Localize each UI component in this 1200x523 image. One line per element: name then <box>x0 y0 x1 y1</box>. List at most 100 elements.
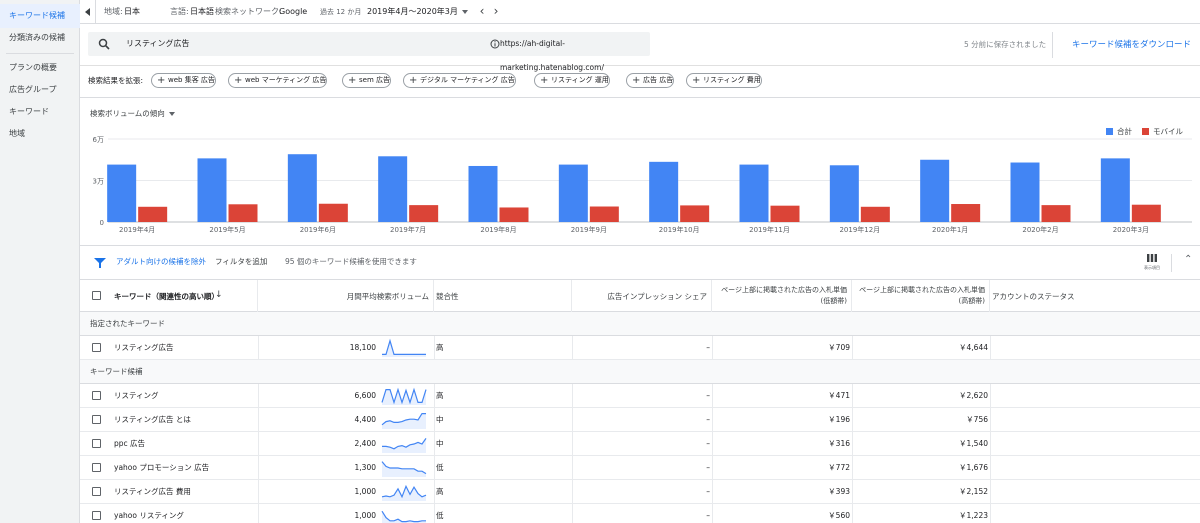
sidebar: キーワード候補 分類済みの候補 プランの概要 広告グループ キーワード 地域 <box>0 0 80 523</box>
x-tick-label: 2019年11月 <box>749 225 790 234</box>
competition-cell: 中 <box>436 439 444 448</box>
bar-total <box>1100 158 1130 222</box>
bar-mobile <box>138 206 168 222</box>
volume-cell: 4,400 <box>354 415 376 424</box>
plus-icon: + <box>540 75 549 86</box>
keyword-cell: yahoo プロモーション 広告 <box>114 463 210 472</box>
bid-high-cell: ￥756 <box>966 415 988 424</box>
col-competition-header[interactable]: 競合性 <box>434 280 572 312</box>
bar-total <box>107 164 137 222</box>
network-value[interactable]: Google <box>279 0 307 24</box>
plus-icon: + <box>348 75 357 86</box>
chevron-up-icon[interactable]: ⌃ <box>1184 254 1192 265</box>
col-bid-high-label: ページ上部に掲載された広告の入札単価 <box>859 286 985 294</box>
select-all-checkbox[interactable] <box>92 291 101 300</box>
column-divider <box>712 336 713 360</box>
sidebar-item-keyword-ideas[interactable]: キーワード候補 <box>0 4 80 28</box>
table-group-header: キーワード候補 <box>80 360 1200 384</box>
period-dropdown-icon[interactable] <box>462 10 468 14</box>
table-row[interactable]: yahoo プロモーション 広告 1,300 低 – ￥772 ￥1,676 <box>80 456 1200 480</box>
trend-sparkline <box>382 438 427 453</box>
column-divider <box>990 408 991 432</box>
info-icon <box>490 39 500 49</box>
sidebar-item-plan-overview[interactable]: プランの概要 <box>0 56 80 80</box>
table-row[interactable]: リスティング広告 とは 4,400 中 – ￥196 ￥756 <box>80 408 1200 432</box>
bar-total <box>378 156 408 222</box>
keyword-search-box[interactable]: リスティング広告 https://ah-digital-marketing.ha… <box>88 32 650 72</box>
col-bid-high-sub: (高額帯) <box>958 297 985 305</box>
sort-arrow-icon[interactable]: ↓ <box>215 290 223 300</box>
col-impression-share-header[interactable]: 広告インプレッション シェア <box>572 280 712 312</box>
row-checkbox[interactable] <box>92 343 101 352</box>
period-value[interactable]: 2019年4月～2020年3月 <box>367 0 458 24</box>
table-row[interactable]: yahoo リスティング 1,000 低 – ￥560 ￥1,223 <box>80 504 1200 523</box>
broaden-chip[interactable]: + リスティング 費用 <box>686 73 762 88</box>
sidebar-item-ad-groups[interactable]: 広告グループ <box>0 78 80 102</box>
column-divider <box>434 336 435 360</box>
column-divider <box>258 456 259 480</box>
keyword-cell: リスティング広告 とは <box>114 415 191 424</box>
row-checkbox[interactable] <box>92 511 101 520</box>
language-value[interactable]: 日本語 <box>190 0 214 24</box>
row-checkbox[interactable] <box>92 391 101 400</box>
columns-button[interactable]: 表示項目 <box>1141 252 1163 276</box>
keyword-cell: リスティング広告 費用 <box>114 487 191 496</box>
row-checkbox[interactable] <box>92 463 101 472</box>
column-divider <box>852 504 853 523</box>
table-row[interactable]: リスティング広告 費用 1,000 高 – ￥393 ￥2,152 <box>80 480 1200 504</box>
plus-icon: + <box>409 75 418 86</box>
col-status-header[interactable]: アカウントのステータス <box>990 280 1200 312</box>
col-bid-high-header[interactable]: ページ上部に掲載された広告の入札単価 (高額帯) <box>852 280 990 312</box>
col-keyword-header[interactable]: キーワード（関連性の高い順） ↓ <box>80 280 258 312</box>
table-row[interactable]: ppc 広告 2,400 中 – ￥316 ￥1,540 <box>80 432 1200 456</box>
broaden-chip[interactable]: + web 集客 広告 <box>151 73 216 88</box>
column-divider <box>258 432 259 456</box>
column-divider <box>572 504 573 523</box>
location-value[interactable]: 日本 <box>124 0 140 24</box>
col-bid-low-header[interactable]: ページ上部に掲載された広告の入札単価 (低額帯) <box>712 280 852 312</box>
broaden-chip[interactable]: + web マーケティング 広告 <box>228 73 328 88</box>
table-row[interactable]: リスティング 6,600 高 – ￥471 ￥2,620 <box>80 384 1200 408</box>
sidebar-item-locations[interactable]: 地域 <box>0 122 80 146</box>
volume-cell: 1,000 <box>354 487 376 496</box>
table-row[interactable]: リスティング広告 18,100 高 – ￥709 ￥4,644 <box>80 336 1200 360</box>
x-tick-label: 2020年1月 <box>932 225 968 234</box>
column-divider <box>990 504 991 523</box>
broaden-chip[interactable]: + リスティング 運用 <box>534 73 610 88</box>
broaden-chip[interactable]: + 広告 広告 <box>626 73 675 88</box>
trend-sparkline <box>381 510 426 523</box>
add-filter-button[interactable]: フィルタを追加 <box>215 246 267 278</box>
column-divider <box>712 456 713 480</box>
column-divider <box>712 480 713 504</box>
chip-label: デジタル マーケティング 広告 <box>420 76 515 84</box>
chevron-right-icon[interactable]: › <box>489 0 503 24</box>
broaden-chip[interactable]: + sem 広告 <box>342 73 391 88</box>
column-divider <box>258 408 259 432</box>
bar-total <box>739 164 769 222</box>
search-query-text[interactable]: リスティング広告 <box>126 32 190 56</box>
exclude-adult-filter[interactable]: アダルト向けの候補を除外 <box>116 246 206 278</box>
impression-share-cell: – <box>706 511 710 520</box>
volume-cell: 6,600 <box>354 391 376 400</box>
row-checkbox[interactable] <box>92 439 101 448</box>
bar-total <box>287 154 317 222</box>
sidebar-item-keywords[interactable]: キーワード <box>0 100 80 124</box>
column-divider <box>258 480 259 504</box>
bar-mobile <box>409 205 439 222</box>
sidebar-item-grouped-ideas[interactable]: 分類済みの候補 <box>0 26 80 50</box>
volume-cell: 1,000 <box>354 511 376 520</box>
impression-share-cell: – <box>706 391 710 400</box>
plus-icon: + <box>692 75 701 86</box>
trend-sparkline <box>382 338 426 357</box>
row-checkbox[interactable] <box>92 415 101 424</box>
chevron-left-icon[interactable]: ‹ <box>475 0 489 24</box>
col-volume-header[interactable]: 月間平均検索ボリューム <box>258 280 434 312</box>
column-divider <box>852 384 853 408</box>
broaden-chip[interactable]: + デジタル マーケティング 広告 <box>403 73 516 88</box>
language-label: 言語: <box>170 7 189 16</box>
download-ideas-button[interactable]: キーワード候補をダウンロード <box>1072 24 1191 66</box>
row-checkbox[interactable] <box>92 487 101 496</box>
collapse-sidebar-button[interactable] <box>80 0 96 24</box>
table-group-header: 指定されたキーワード <box>80 312 1200 336</box>
impression-share-cell: – <box>706 415 710 424</box>
